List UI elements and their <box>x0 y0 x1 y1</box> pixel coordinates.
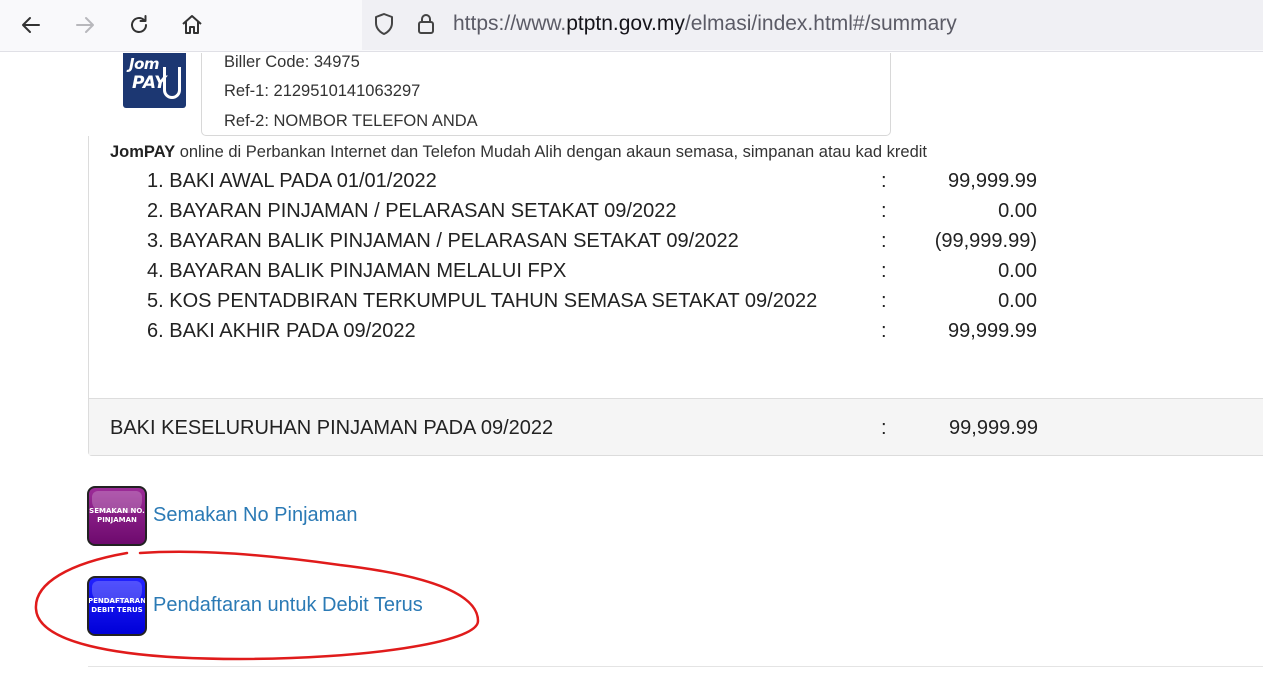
summary-item-6: 6. BAKI AKHIR PADA 09/2022 : 99,999.99 <box>147 320 1047 350</box>
total-balance-label: BAKI KESELURUHAN PINJAMAN PADA 09/2022 <box>110 417 554 439</box>
summary-item-value: 0.00 <box>998 260 1037 282</box>
biller-code: Biller Code: 34975 <box>224 53 360 71</box>
browser-toolbar: https://www.ptptn.gov.my/elmasi/index.ht… <box>0 0 1263 52</box>
total-balance-value: 99,999.99 <box>949 417 1038 439</box>
summary-item-5: 5. KOS PENTADBIRAN TERKUMPUL TAHUN SEMAS… <box>147 290 1047 320</box>
summary-item-colon: : <box>881 230 887 252</box>
semakan-pinjaman-button-icon[interactable]: SEMAKAN NO. PINJAMAN <box>87 486 147 546</box>
biller-info-box: Biller Code: 34975 Ref-1: 21295101410632… <box>201 53 891 136</box>
summary-item-colon: : <box>881 290 887 312</box>
home-icon[interactable] <box>172 6 212 44</box>
summary-item-colon: : <box>881 170 887 192</box>
pendaftaran-debit-terus-button-icon[interactable]: PENDAFTARAN DEBIT TERUS <box>87 576 147 636</box>
summary-item-label: 4. BAYARAN BALIK PINJAMAN MELALUI FPX <box>147 260 567 282</box>
summary-item-value: 0.00 <box>998 290 1037 312</box>
total-balance-colon: : <box>881 417 887 439</box>
semakan-link-row: SEMAKAN NO. PINJAMAN Semakan No Pinjaman <box>87 486 387 546</box>
jompay-logo-line2: PAY <box>132 73 167 93</box>
jompay-description: JomPAY online di Perbankan Internet dan … <box>110 143 927 162</box>
debit-terus-link-row: PENDAFTARAN DEBIT TERUS Pendaftaran untu… <box>87 576 467 636</box>
summary-item-label: 6. BAKI AKHIR PADA 09/2022 <box>147 320 416 342</box>
total-balance-bar: BAKI KESELURUHAN PINJAMAN PADA 09/2022 :… <box>89 398 1263 455</box>
summary-item-value: (99,999.99) <box>934 230 1037 252</box>
reload-icon[interactable] <box>119 6 159 44</box>
summary-item-colon: : <box>881 320 887 342</box>
debit-icon-text: PENDAFTARAN DEBIT TERUS <box>87 597 147 614</box>
summary-item-value: 99,999.99 <box>948 320 1037 342</box>
summary-item-value: 99,999.99 <box>948 170 1037 192</box>
shield-icon[interactable] <box>371 11 397 37</box>
back-arrow-icon[interactable] <box>11 6 51 44</box>
url-text[interactable]: https://www.ptptn.gov.my/elmasi/index.ht… <box>453 12 957 36</box>
url-path: /elmasi/index.html#/summary <box>684 12 957 35</box>
bottom-divider <box>88 666 1263 667</box>
url-prefix: https://www. <box>453 12 567 35</box>
semakan-icon-text: SEMAKAN NO. PINJAMAN <box>89 507 145 524</box>
jompay-desc-brand: JomPAY <box>110 143 176 161</box>
ref2: Ref-2: NOMBOR TELEFON ANDA <box>224 112 478 130</box>
summary-item-1: 1. BAKI AWAL PADA 01/01/2022 : 99,999.99 <box>147 170 1047 200</box>
summary-item-4: 4. BAYARAN BALIK PINJAMAN MELALUI FPX : … <box>147 260 1047 290</box>
summary-item-colon: : <box>881 200 887 222</box>
summary-item-label: 2. BAYARAN PINJAMAN / PELARASAN SETAKAT … <box>147 200 677 222</box>
summary-item-colon: : <box>881 260 887 282</box>
jompay-logo-line1: Jom <box>129 55 160 73</box>
summary-item-value: 0.00 <box>998 200 1037 222</box>
summary-item-label: 3. BAYARAN BALIK PINJAMAN / PELARASAN SE… <box>147 230 739 252</box>
semakan-pinjaman-link[interactable]: Semakan No Pinjaman <box>153 504 358 527</box>
forward-arrow-icon[interactable] <box>65 6 105 44</box>
summary-item-2: 2. BAYARAN PINJAMAN / PELARASAN SETAKAT … <box>147 200 1047 230</box>
lock-icon[interactable] <box>413 11 439 37</box>
jompay-logo-j-mark <box>163 67 181 99</box>
summary-item-label: 1. BAKI AWAL PADA 01/01/2022 <box>147 170 437 192</box>
pendaftaran-debit-terus-link[interactable]: Pendaftaran untuk Debit Terus <box>153 594 423 617</box>
jompay-desc-text: online di Perbankan Internet dan Telefon… <box>175 143 928 161</box>
summary-item-label: 5. KOS PENTADBIRAN TERKUMPUL TAHUN SEMAS… <box>147 290 818 312</box>
url-host: ptptn.gov.my <box>566 12 685 35</box>
summary-item-3: 3. BAYARAN BALIK PINJAMAN / PELARASAN SE… <box>147 230 1047 260</box>
address-bar[interactable]: https://www.ptptn.gov.my/elmasi/index.ht… <box>362 0 1263 50</box>
jompay-logo: Jom PAY <box>123 53 186 108</box>
ref1: Ref-1: 2129510141063297 <box>224 82 421 100</box>
